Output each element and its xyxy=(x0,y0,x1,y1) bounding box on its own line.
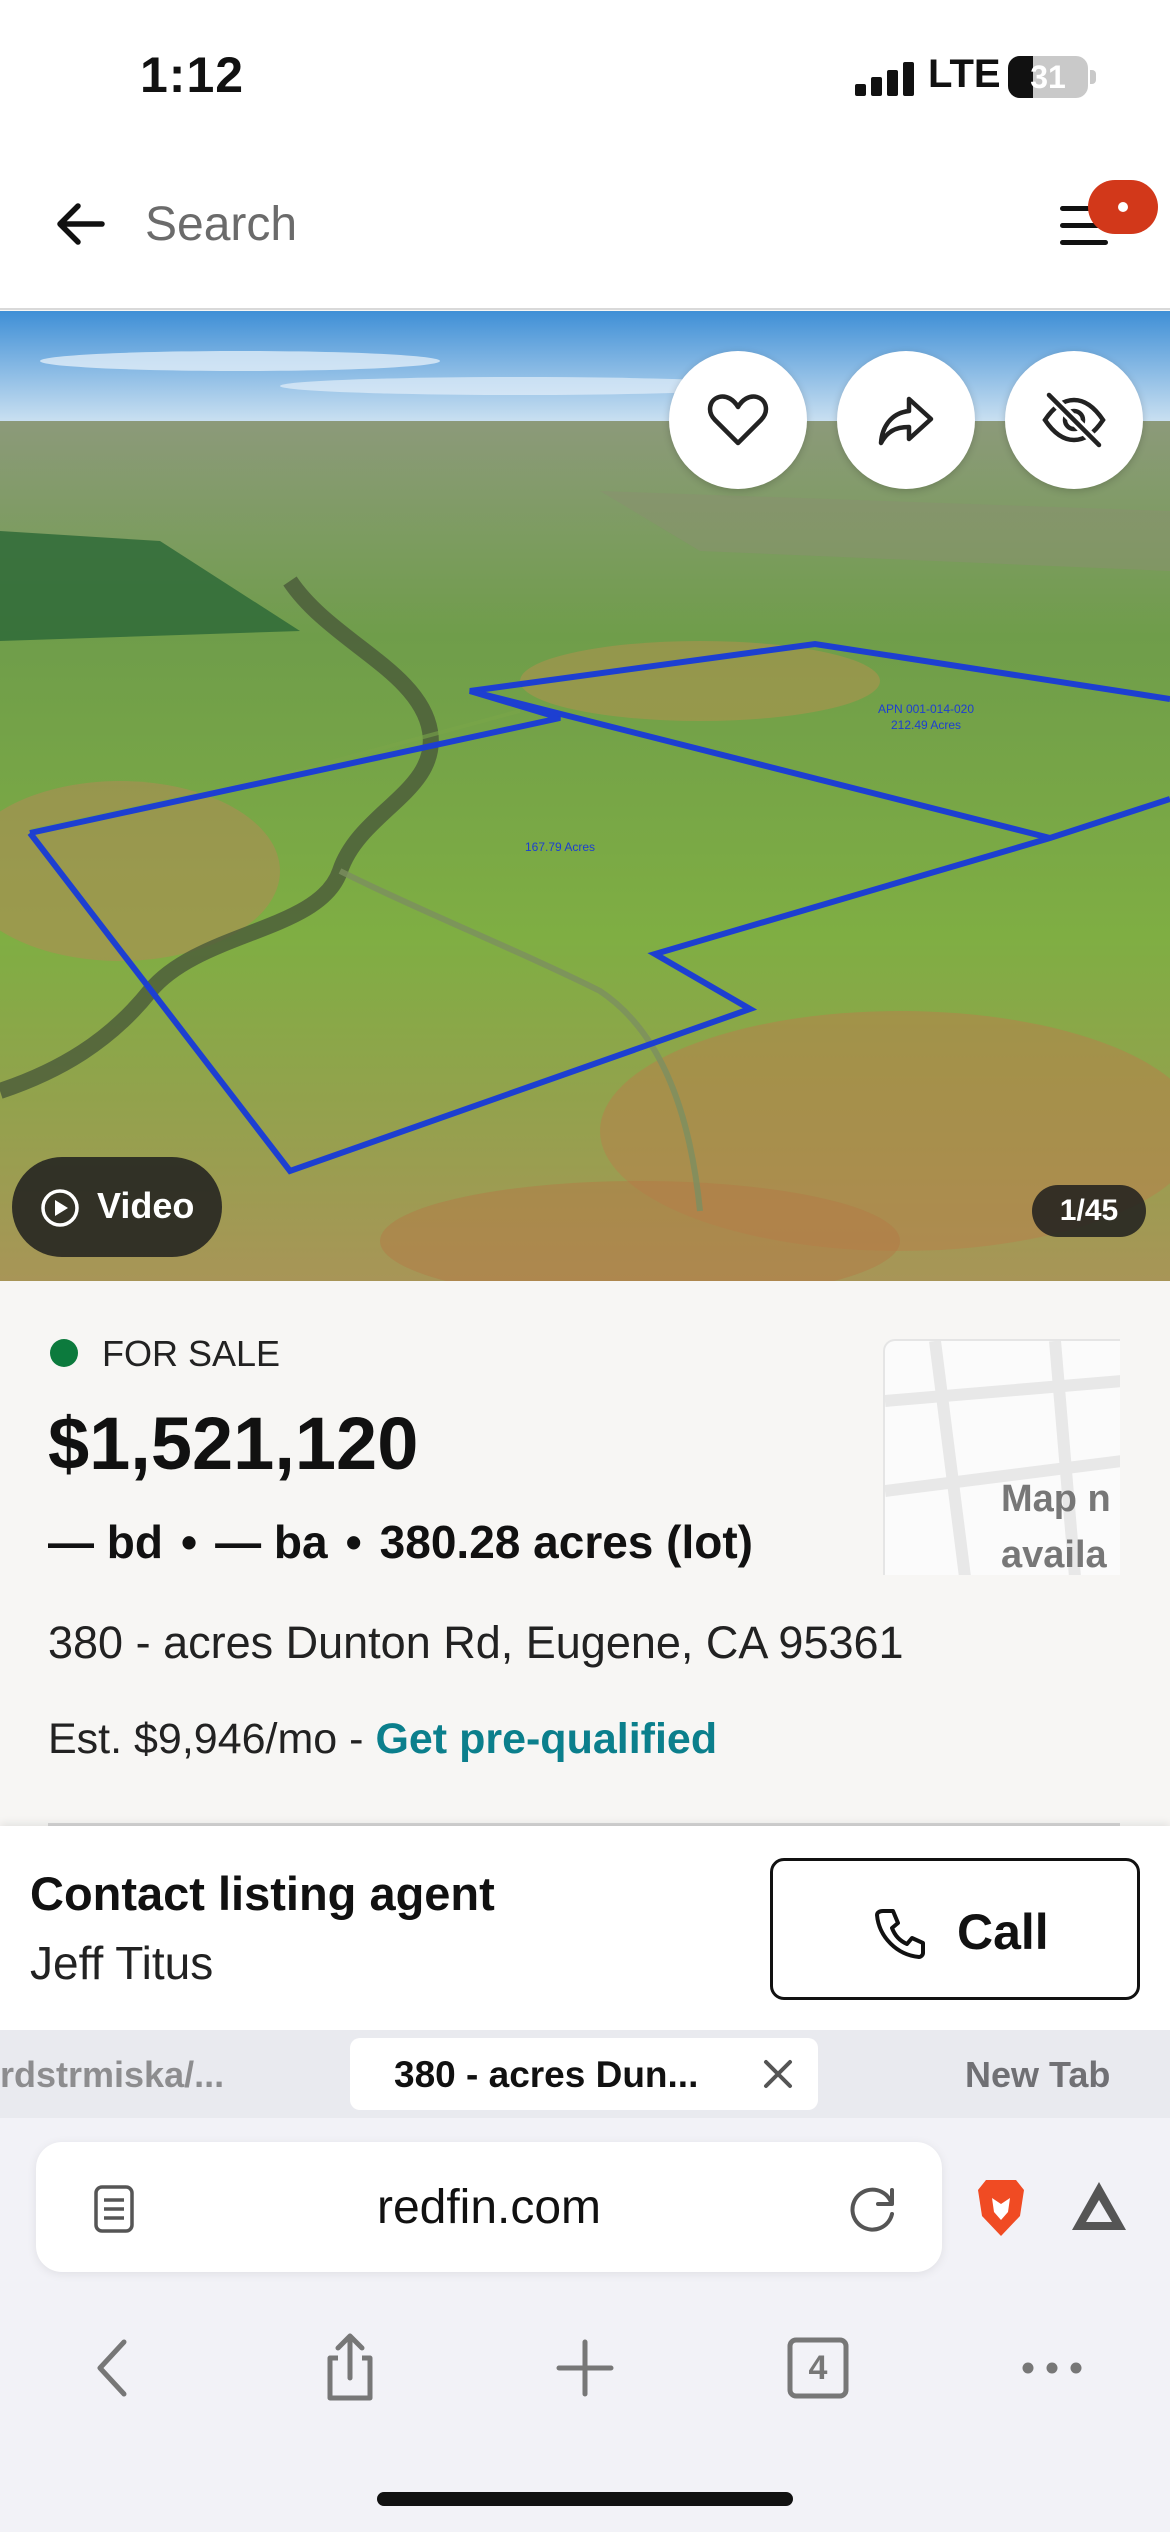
tab-count: 4 xyxy=(808,2349,828,2387)
listing-address: 380 - acres Dunton Rd, Eugene, CA 95361 xyxy=(48,1617,904,1668)
status-bar: 1:12 LTE 31 xyxy=(0,0,1170,150)
cell-signal-icon xyxy=(855,62,915,96)
svg-text:APN 001-015-016: APN 001-015-016 xyxy=(512,311,608,314)
search-input[interactable] xyxy=(145,194,845,254)
close-icon[interactable] xyxy=(760,2056,796,2092)
url-text: redfin.com xyxy=(376,2181,602,2234)
brave-lion-icon[interactable] xyxy=(972,2176,1030,2240)
listing-details: FOR SALE $1,521,120 — bd • — ba • 380.28 acr… xyxy=(0,1281,1170,1826)
hide-listing-button[interactable] xyxy=(1005,351,1143,489)
video-button[interactable]: Video xyxy=(12,1157,222,1257)
search-header xyxy=(0,150,1170,310)
chevron-left-icon xyxy=(97,2339,127,2397)
eye-off-icon xyxy=(1042,391,1106,449)
contact-agent-bar: Contact listing agent Jeff Titus Call xyxy=(0,1826,1170,2030)
status-dot xyxy=(50,1339,78,1367)
battery-cap xyxy=(1090,70,1096,84)
share-arrow-icon xyxy=(878,396,934,446)
monthly-estimate: Est. $9,946/mo - Get pre-qualified xyxy=(48,1715,717,1764)
listing-status: FOR SALE xyxy=(102,1333,281,1374)
photo-counter: 1/45 xyxy=(1032,1185,1146,1237)
share-icon xyxy=(327,2333,373,2401)
new-tab-button[interactable] xyxy=(545,2328,625,2408)
video-label: Video xyxy=(97,1185,195,1226)
back-arrow-icon[interactable] xyxy=(52,194,112,254)
map-unavailable-text: Map n availa xyxy=(1001,1478,1111,1575)
tabs-button[interactable]: 4 xyxy=(778,2328,858,2408)
tab-previous[interactable]: rdstrmiska/... xyxy=(0,2054,224,2096)
browser-tab-strip: rdstrmiska/... 380 - acres Dun... New Ta… xyxy=(0,2030,1170,2118)
more-dots-icon xyxy=(1022,2362,1082,2374)
back-button[interactable] xyxy=(76,2328,156,2408)
status-time: 1:12 xyxy=(140,47,245,103)
aerial-land-photo: APN 001-015-016 167.79 Acres APN 001-014… xyxy=(0,311,1170,1281)
address-bar[interactable]: redfin.com xyxy=(36,2142,942,2272)
share-button[interactable] xyxy=(837,351,975,489)
contact-title: Contact listing agent xyxy=(30,1867,495,1920)
svg-text:167.79 Acres: 167.79 Acres xyxy=(525,840,595,854)
lot-size-value: 380.28 acres (lot) xyxy=(379,1516,753,1568)
tab-new[interactable]: New Tab xyxy=(965,2054,1110,2096)
svg-text:212.49 Acres: 212.49 Acres xyxy=(891,718,961,732)
play-icon xyxy=(41,1189,79,1227)
listing-stats: — bd • — ba • 380.28 acres (lot) xyxy=(48,1515,753,1569)
beds-value: — bd xyxy=(48,1516,163,1568)
home-indicator xyxy=(377,2492,793,2506)
network-type: LTE xyxy=(928,52,1001,96)
estimate-text: Est. $9,946/mo - xyxy=(48,1715,376,1763)
share-page-button[interactable] xyxy=(310,2328,390,2408)
listing-photo[interactable]: APN 001-015-016 167.79 Acres APN 001-014… xyxy=(0,311,1170,1281)
get-prequalified-link[interactable]: Get pre-qualified xyxy=(375,1715,717,1763)
plus-icon xyxy=(556,2339,614,2397)
call-label: Call xyxy=(957,1904,1049,1960)
more-menu-button[interactable] xyxy=(1012,2328,1092,2408)
stats-separator: • xyxy=(345,1516,362,1568)
triangle-rewards-icon[interactable] xyxy=(1068,2178,1130,2236)
tab-active[interactable]: 380 - acres Dun... xyxy=(350,2038,818,2110)
tab-active-title: 380 - acres Dun... xyxy=(394,2054,699,2095)
heart-icon xyxy=(707,394,769,446)
battery-icon: 31 xyxy=(1008,56,1088,98)
call-button[interactable]: Call xyxy=(770,1858,1140,2000)
svg-text:APN 001-014-020: APN 001-014-020 xyxy=(878,702,974,716)
baths-value: — ba xyxy=(215,1516,328,1568)
battery-level: 31 xyxy=(1030,59,1066,95)
browser-toolbar: redfin.com 4 xyxy=(0,2118,1170,2532)
stats-separator: • xyxy=(180,1516,198,1568)
agent-name: Jeff Titus xyxy=(30,1937,214,1989)
favorite-button[interactable] xyxy=(669,351,807,489)
reload-icon[interactable] xyxy=(846,2182,900,2236)
notification-badge xyxy=(1088,180,1158,234)
phone-icon xyxy=(875,1909,925,1959)
map-thumbnail[interactable]: Map n availa xyxy=(883,1339,1120,1575)
listing-price: $1,521,120 xyxy=(48,1402,419,1485)
